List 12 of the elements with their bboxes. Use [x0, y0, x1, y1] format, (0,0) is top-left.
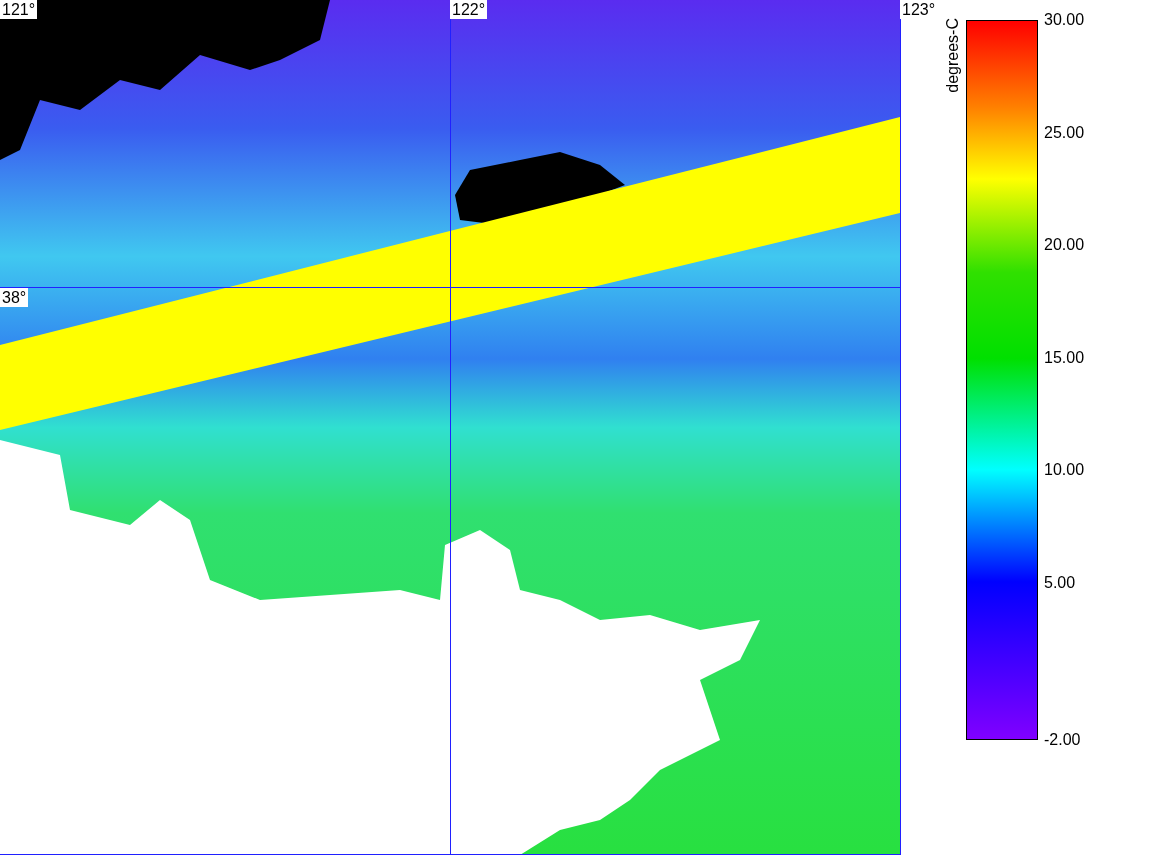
scale-tick-label: 5.00	[1044, 573, 1076, 592]
colorbar-title: degrees-C	[944, 18, 960, 93]
scale-tick-label: -2.00	[1044, 731, 1081, 749]
longitude-label: 121°	[0, 0, 38, 19]
scale-tick-label: 15.00	[1044, 348, 1085, 367]
scale-tick-label: 25.00	[1044, 123, 1085, 142]
longitude-label: 123°	[900, 0, 938, 19]
scale-tick-label: 20.00	[1044, 236, 1085, 254]
longitude-label: 122°	[450, 0, 488, 19]
latitude-label: 38°	[0, 288, 29, 307]
scale-tick-label: 30.00	[1044, 11, 1085, 29]
scale-tick-label: 10.00	[1044, 461, 1085, 479]
